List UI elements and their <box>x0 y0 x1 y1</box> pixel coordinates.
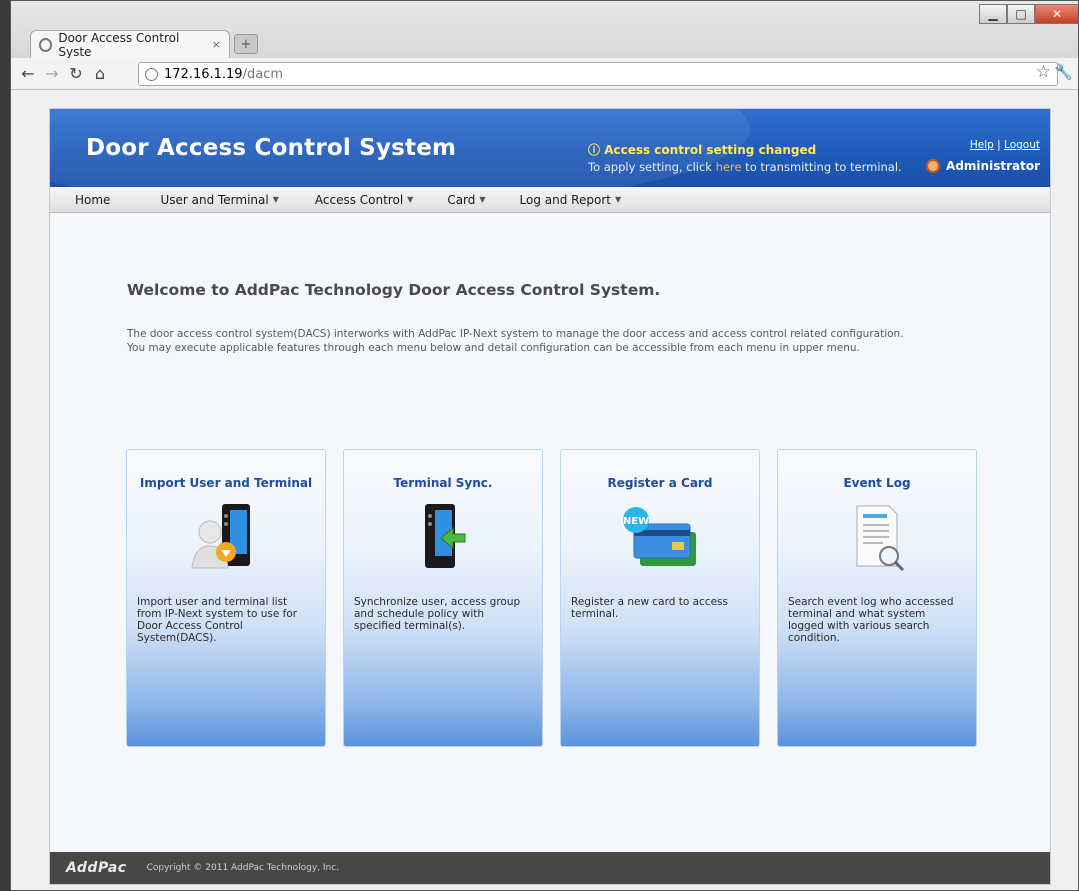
browser-window: Door Access Control Syste × + ▁ □ ✕ ← → … <box>10 0 1079 891</box>
window-border <box>10 0 1079 891</box>
